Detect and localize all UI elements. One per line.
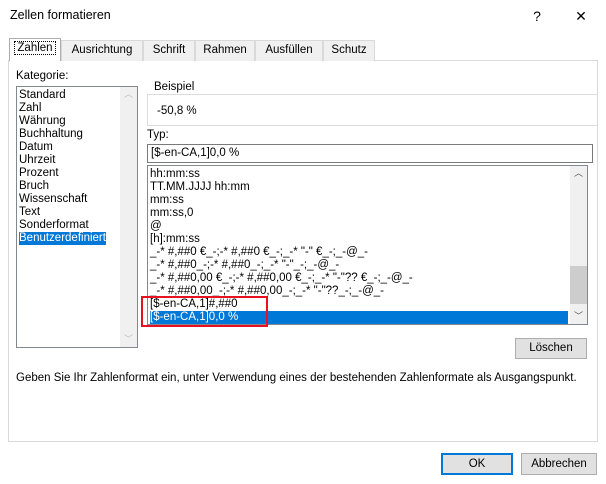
- type-label: Typ:: [147, 129, 169, 141]
- list-item[interactable]: Uhrzeit: [19, 154, 55, 167]
- list-item[interactable]: [h]:mm:ss: [150, 233, 200, 246]
- list-item[interactable]: mm:ss: [150, 194, 184, 207]
- cancel-button[interactable]: Abbrechen: [521, 453, 597, 475]
- close-button[interactable]: ✕: [566, 4, 596, 28]
- sample-group: [147, 94, 598, 126]
- tab-label: Zahlen: [14, 41, 56, 55]
- list-item[interactable]: Text: [19, 206, 40, 219]
- sample-label: Beispiel: [151, 81, 198, 93]
- tab-zahlen[interactable]: Zahlen: [9, 38, 61, 61]
- help-button[interactable]: ?: [522, 4, 552, 28]
- list-item[interactable]: Standard: [19, 89, 66, 102]
- tab-ausfuellen[interactable]: Ausfüllen: [255, 40, 323, 61]
- list-item[interactable]: Benutzerdefiniert: [19, 232, 106, 245]
- list-item[interactable]: _-* #,##0_-;-* #,##0_-;_-* "-"_-;_-@_-: [150, 259, 339, 272]
- scroll-thumb[interactable]: [570, 266, 587, 304]
- scroll-down-icon[interactable]: ﹀: [120, 332, 137, 345]
- sample-value: -50,8 %: [157, 105, 197, 117]
- highlight-box: [141, 296, 268, 327]
- list-item[interactable]: _-* #,##0,00 €_-;-* #,##0,00 €_-;_-* "-"…: [150, 272, 413, 285]
- list-item[interactable]: _-* #,##0 €_-;-* #,##0 €_-;_-* "-" €_-;_…: [150, 246, 368, 259]
- list-item[interactable]: hh:mm:ss: [150, 168, 200, 181]
- list-item[interactable]: Wissenschaft: [19, 193, 87, 206]
- hint-text: Geben Sie Ihr Zahlenformat ein, unter Ve…: [16, 372, 577, 384]
- ok-button[interactable]: OK: [441, 453, 513, 475]
- list-item[interactable]: mm:ss,0: [150, 207, 193, 220]
- type-input[interactable]: [$-en-CA,1]0,0 %: [147, 144, 593, 163]
- list-item[interactable]: Prozent: [19, 167, 59, 180]
- list-item[interactable]: TT.MM.JJJJ hh:mm: [150, 181, 250, 194]
- list-item[interactable]: Bruch: [19, 180, 49, 193]
- scroll-up-icon[interactable]: ︿: [120, 87, 137, 100]
- scroll-up-icon[interactable]: ︿: [570, 166, 587, 179]
- format-scrollbar[interactable]: ︿ ﹀: [570, 166, 587, 324]
- list-item[interactable]: Datum: [19, 141, 53, 154]
- tab-schutz[interactable]: Schutz: [323, 40, 375, 61]
- list-item[interactable]: Buchhaltung: [19, 128, 83, 141]
- list-item[interactable]: Währung: [19, 115, 66, 128]
- category-label: Kategorie:: [16, 70, 69, 82]
- tab-ausrichtung[interactable]: Ausrichtung: [61, 40, 143, 61]
- list-item[interactable]: Sonderformat: [19, 219, 89, 232]
- category-list[interactable]: ︿ ﹀ Standard Zahl Währung Buchhaltung Datum U…: [16, 86, 138, 348]
- list-item[interactable]: @: [150, 220, 162, 233]
- dialog-title: Zellen formatieren: [10, 8, 111, 22]
- delete-button[interactable]: Löschen: [515, 338, 587, 359]
- scroll-down-icon[interactable]: ﹀: [570, 309, 587, 322]
- list-item[interactable]: Zahl: [19, 102, 41, 115]
- category-scrollbar[interactable]: ︿ ﹀: [120, 87, 137, 347]
- tab-rahmen[interactable]: Rahmen: [195, 40, 255, 61]
- tab-schrift[interactable]: Schrift: [143, 40, 195, 61]
